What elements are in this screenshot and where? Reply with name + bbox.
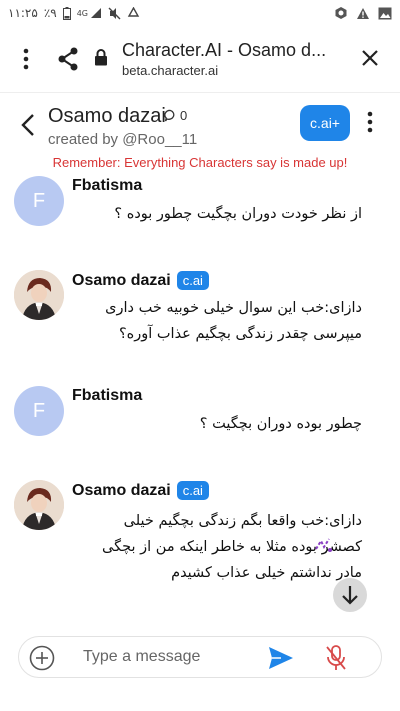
arrow-down-icon <box>342 586 358 605</box>
page-url: beta.character.ai <box>122 63 219 78</box>
plus-circle-icon <box>29 645 55 671</box>
avatar[interactable] <box>14 480 64 530</box>
chat-options-button[interactable] <box>360 107 380 137</box>
avatar[interactable]: F <box>14 386 64 436</box>
close-button[interactable] <box>352 38 388 78</box>
sender-name: Osamo dazai <box>72 481 171 499</box>
message-sender: Fbatisma <box>72 177 142 195</box>
chat-header: Osamo dazai 0 created by @Roo__11 c.ai+ … <box>0 92 400 174</box>
message-list[interactable]: F Fbatisma از نظر خودت دوران بچگیت چطور … <box>0 174 400 614</box>
microphone-button[interactable] <box>323 643 349 673</box>
message-input[interactable] <box>83 643 253 671</box>
battery-percent: ٪۹ <box>43 6 57 20</box>
network-type: 4G <box>76 8 89 18</box>
character-name[interactable]: Osamo dazai <box>48 105 166 128</box>
character-avatar-image <box>14 270 64 320</box>
cai-plus-button[interactable]: c.ai+ <box>300 105 350 141</box>
status-left: ۱۱:۲۵ ٪۹ 4G <box>8 6 140 20</box>
battery-icon <box>62 6 71 20</box>
more-vertical-icon <box>367 111 373 133</box>
avatar[interactable]: F <box>14 176 64 226</box>
status-bar: ۱۱:۲۵ ٪۹ 4G <box>0 0 400 26</box>
character-avatar-image <box>14 480 64 530</box>
app-icon <box>334 6 348 20</box>
page-title: Character.AI - Osamo d... <box>122 40 327 60</box>
chevron-left-icon <box>21 114 34 136</box>
message-text: چطور بوده دوران بچگیت ؟ <box>199 416 362 432</box>
back-button[interactable] <box>12 109 44 141</box>
browser-address[interactable]: Character.AI - Osamo d... beta.character… <box>122 40 332 78</box>
mic-off-icon <box>326 645 346 670</box>
share-button[interactable] <box>50 39 86 79</box>
message-sender: Osamo dazai c.ai <box>72 481 209 500</box>
chat-count: 0 <box>164 108 187 123</box>
message-sender: Fbatisma <box>72 387 142 405</box>
browser-toolbar: Character.AI - Osamo d... beta.character… <box>0 30 400 88</box>
mute-icon <box>108 7 121 20</box>
message-sender: Osamo dazai c.ai <box>72 271 209 290</box>
add-button[interactable] <box>29 645 55 671</box>
bot-badge: c.ai <box>176 271 209 290</box>
sender-name: Fbatisma <box>72 387 143 404</box>
warning-icon <box>356 7 370 20</box>
sparkle-icon <box>312 535 334 559</box>
recycle-icon <box>127 6 140 20</box>
chat-count-value: 0 <box>180 108 188 123</box>
avatar[interactable] <box>14 270 64 320</box>
bot-badge: c.ai <box>176 481 209 500</box>
sender-name: Fbatisma <box>72 177 143 194</box>
scroll-down-button[interactable] <box>333 578 367 612</box>
image-icon <box>378 7 392 20</box>
creator-label[interactable]: created by @Roo__11 <box>48 131 197 148</box>
lock-icon <box>94 48 112 70</box>
send-button[interactable] <box>267 645 295 671</box>
disclaimer-text: Remember: Everything Characters say is m… <box>52 155 348 170</box>
signal-icon: 4G <box>77 7 102 19</box>
share-icon <box>58 47 78 71</box>
message-composer <box>18 636 382 678</box>
chat-bubble-icon <box>164 109 175 122</box>
clock: ۱۱:۲۵ <box>8 6 38 20</box>
more-vertical-icon <box>23 48 29 70</box>
browser-menu-button[interactable] <box>8 39 44 79</box>
sender-name: Osamo dazai <box>72 271 171 289</box>
send-icon <box>269 647 293 669</box>
status-right <box>334 6 392 20</box>
close-icon <box>362 50 378 66</box>
message-text: دازای:خب این سوال خیلی خوبیه خب داری میپ… <box>105 300 362 342</box>
message-text: از نظر خودت دوران بچگیت چطور بوده ؟ <box>114 206 362 222</box>
